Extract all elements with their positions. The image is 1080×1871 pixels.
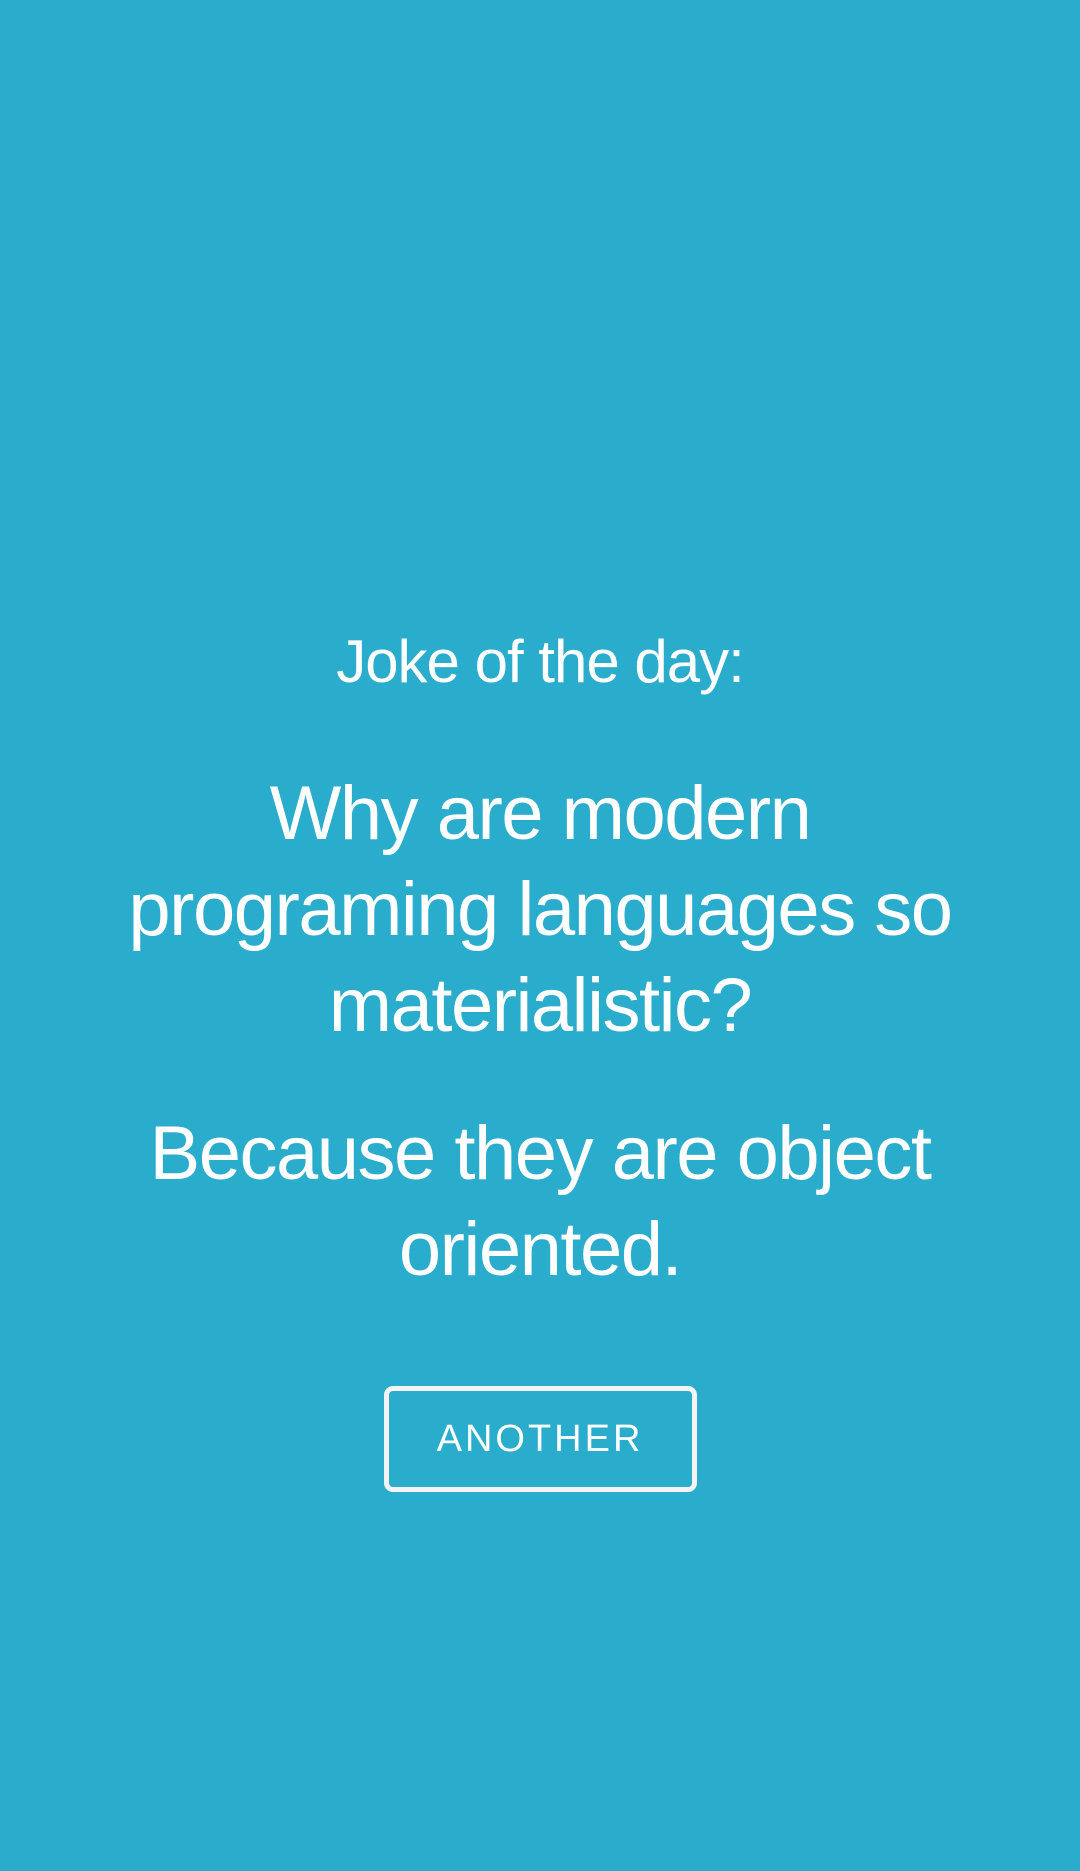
joke-screen: Joke of the day: Why are modern programi…	[0, 0, 1080, 1871]
button-container: ANOTHER	[0, 1386, 1080, 1492]
another-button[interactable]: ANOTHER	[383, 1386, 697, 1492]
joke-content: Joke of the day: Why are modern programi…	[0, 620, 1080, 1492]
joke-answer: Because they are object oriented.	[149, 1111, 932, 1292]
joke-question: Why are modern programing languages so m…	[128, 771, 953, 1048]
joke-heading: Joke of the day:	[336, 628, 745, 695]
